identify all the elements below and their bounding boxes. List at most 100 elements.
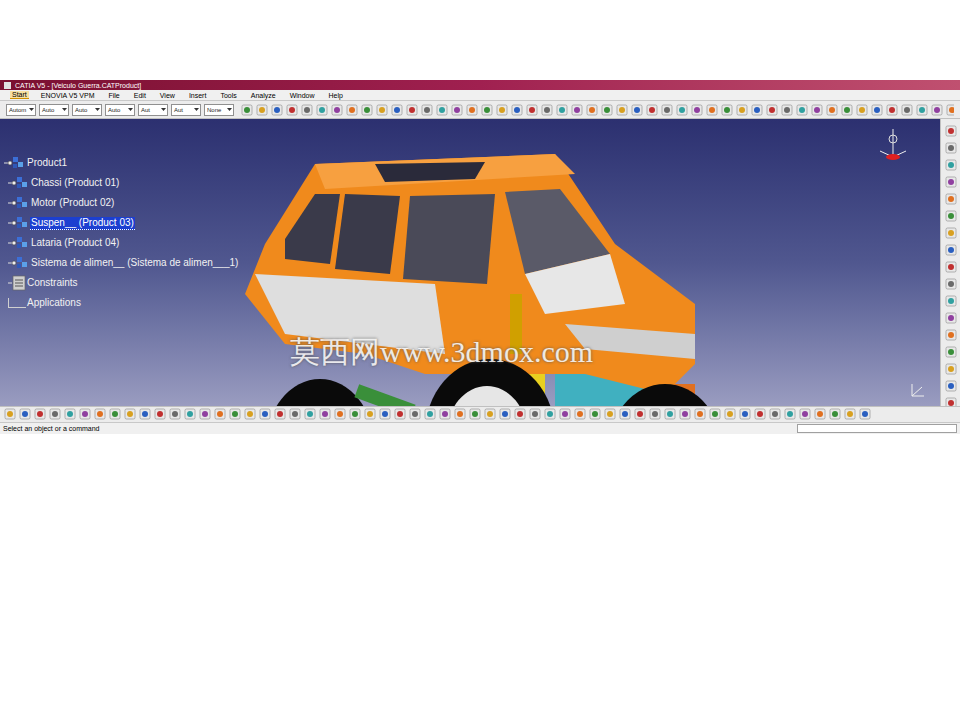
tool-icon[interactable] <box>945 193 957 205</box>
tool-icon[interactable] <box>649 408 661 420</box>
tool-icon[interactable] <box>751 104 763 116</box>
menu-item[interactable]: Start <box>10 91 29 99</box>
tool-icon[interactable] <box>379 408 391 420</box>
tool-icon[interactable] <box>19 408 31 420</box>
tool-icon[interactable] <box>124 408 136 420</box>
tool-icon[interactable] <box>754 408 766 420</box>
tool-icon[interactable] <box>601 104 613 116</box>
tool-icon[interactable] <box>259 408 271 420</box>
tool-icon[interactable] <box>484 408 496 420</box>
tool-icon[interactable] <box>154 408 166 420</box>
menu-item[interactable]: Help <box>327 92 345 99</box>
tool-icon[interactable] <box>301 104 313 116</box>
toolbar-dropdown[interactable]: Autom <box>6 104 36 116</box>
tool-icon[interactable] <box>424 408 436 420</box>
command-field[interactable] <box>797 424 957 433</box>
tool-icon[interactable] <box>289 408 301 420</box>
tool-icon[interactable] <box>541 104 553 116</box>
tool-icon[interactable] <box>871 104 883 116</box>
tool-icon[interactable] <box>945 346 957 358</box>
tool-icon[interactable] <box>664 408 676 420</box>
toolbar-dropdown[interactable]: Aut <box>138 104 168 116</box>
tool-icon[interactable] <box>229 408 241 420</box>
tool-icon[interactable] <box>394 408 406 420</box>
tool-icon[interactable] <box>244 408 256 420</box>
toolbar-dropdown[interactable]: None <box>204 104 234 116</box>
tool-icon[interactable] <box>844 408 856 420</box>
tool-icon[interactable] <box>64 408 76 420</box>
tool-icon[interactable] <box>361 104 373 116</box>
tool-icon[interactable] <box>454 408 466 420</box>
tree-item[interactable]: Motor (Product 02) <box>4 195 239 211</box>
tree-item[interactable]: Applications <box>4 295 239 311</box>
tool-icon[interactable] <box>139 408 151 420</box>
tool-icon[interactable] <box>451 104 463 116</box>
tool-icon[interactable] <box>346 104 358 116</box>
tool-icon[interactable] <box>945 142 957 154</box>
tool-icon[interactable] <box>436 104 448 116</box>
toolbar-dropdown[interactable]: Auto <box>39 104 69 116</box>
viewport[interactable]: Product1Chassi (Product 01)Motor (Produc… <box>0 119 940 406</box>
tool-icon[interactable] <box>316 104 328 116</box>
tool-icon[interactable] <box>661 104 673 116</box>
tool-icon[interactable] <box>769 408 781 420</box>
tool-icon[interactable] <box>364 408 376 420</box>
tool-icon[interactable] <box>256 104 268 116</box>
tool-icon[interactable] <box>796 104 808 116</box>
tool-icon[interactable] <box>304 408 316 420</box>
tool-icon[interactable] <box>901 104 913 116</box>
tool-icon[interactable] <box>634 408 646 420</box>
tool-icon[interactable] <box>766 104 778 116</box>
tool-icon[interactable] <box>571 104 583 116</box>
tool-icon[interactable] <box>349 408 361 420</box>
tool-icon[interactable] <box>945 312 957 324</box>
tool-icon[interactable] <box>826 104 838 116</box>
tool-icon[interactable] <box>646 104 658 116</box>
tool-icon[interactable] <box>214 408 226 420</box>
tool-icon[interactable] <box>945 210 957 222</box>
tool-icon[interactable] <box>604 408 616 420</box>
tree-item[interactable]: Lataria (Product 04) <box>4 235 239 251</box>
tool-icon[interactable] <box>331 104 343 116</box>
tool-icon[interactable] <box>334 408 346 420</box>
tool-icon[interactable] <box>945 125 957 137</box>
tool-icon[interactable] <box>781 104 793 116</box>
menu-item[interactable]: File <box>106 92 121 99</box>
tool-icon[interactable] <box>439 408 451 420</box>
menu-item[interactable]: Window <box>288 92 317 99</box>
tool-icon[interactable] <box>945 329 957 341</box>
tool-icon[interactable] <box>724 408 736 420</box>
tool-icon[interactable] <box>945 363 957 375</box>
tool-icon[interactable] <box>736 104 748 116</box>
menu-item[interactable]: Tools <box>218 92 238 99</box>
tool-icon[interactable] <box>784 408 796 420</box>
tool-icon[interactable] <box>706 104 718 116</box>
tool-icon[interactable] <box>574 408 586 420</box>
tool-icon[interactable] <box>886 104 898 116</box>
tool-icon[interactable] <box>274 408 286 420</box>
tool-icon[interactable] <box>4 408 16 420</box>
tool-icon[interactable] <box>945 295 957 307</box>
tool-icon[interactable] <box>406 104 418 116</box>
tree-item[interactable]: Sistema de alimen__ (Sistema de alimen__… <box>4 255 239 271</box>
tool-icon[interactable] <box>271 104 283 116</box>
tool-icon[interactable] <box>946 104 954 116</box>
menu-item[interactable]: Analyze <box>249 92 278 99</box>
tool-icon[interactable] <box>859 408 871 420</box>
tool-icon[interactable] <box>241 104 253 116</box>
tool-icon[interactable] <box>529 408 541 420</box>
menu-item[interactable]: Insert <box>187 92 209 99</box>
tool-icon[interactable] <box>691 104 703 116</box>
tool-icon[interactable] <box>945 278 957 290</box>
tool-icon[interactable] <box>841 104 853 116</box>
tool-icon[interactable] <box>811 104 823 116</box>
tool-icon[interactable] <box>631 104 643 116</box>
tree-item[interactable]: Product1 <box>4 155 239 171</box>
tool-icon[interactable] <box>109 408 121 420</box>
tool-icon[interactable] <box>676 104 688 116</box>
tool-icon[interactable] <box>286 104 298 116</box>
tool-icon[interactable] <box>856 104 868 116</box>
tree-item[interactable]: Suspen__ (Product 03) <box>4 215 239 231</box>
menu-item[interactable]: Edit <box>132 92 148 99</box>
tool-icon[interactable] <box>94 408 106 420</box>
